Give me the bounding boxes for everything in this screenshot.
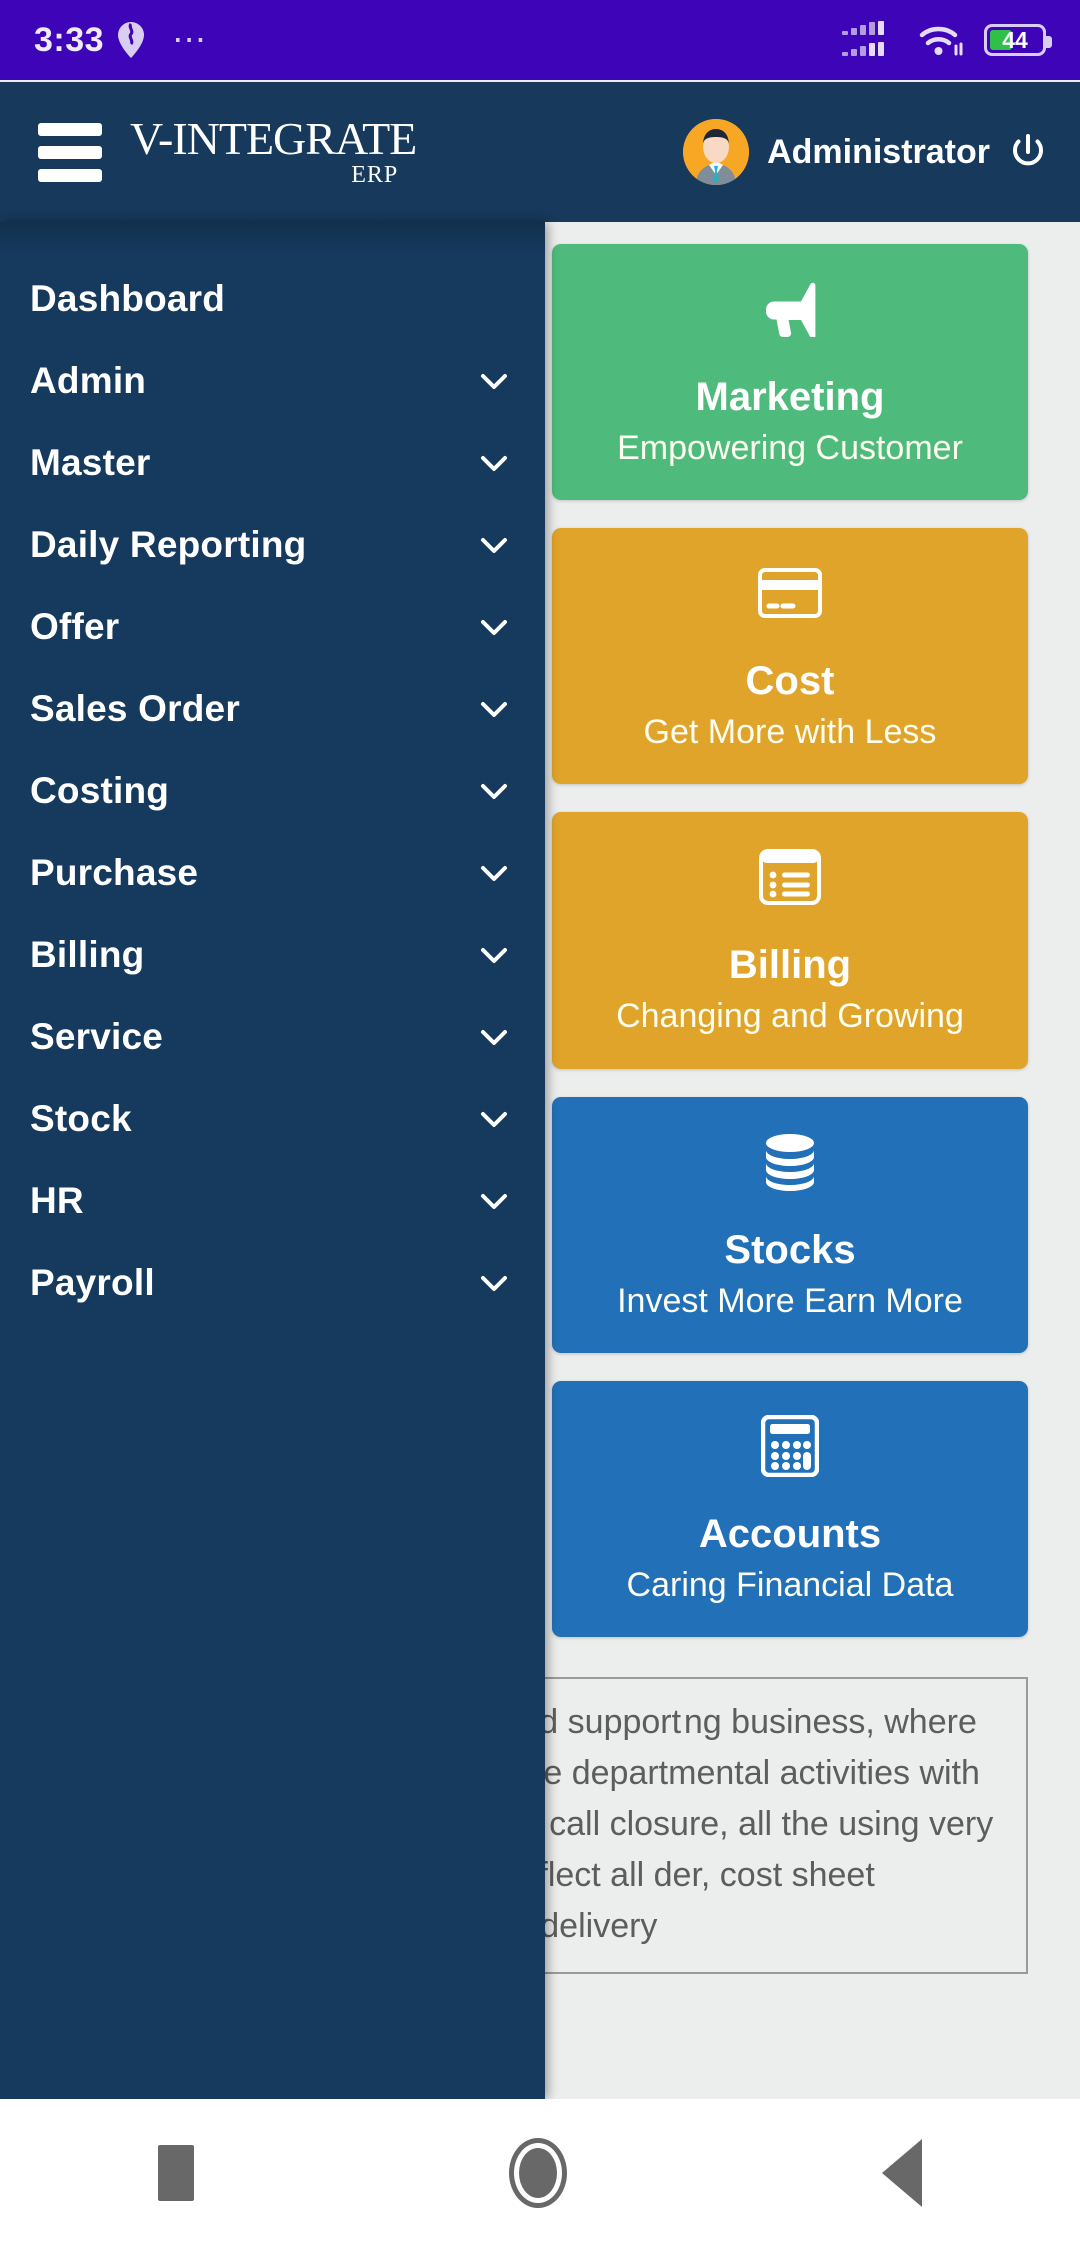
calculator-icon [572,1414,1008,1477]
android-navigation-bar [0,2099,1080,2246]
location-pin-icon [118,22,145,58]
sidebar-item-costing[interactable]: Costing [0,750,545,832]
credit-card-icon [572,562,1008,624]
module-card-accounts[interactable]: Accounts Caring Financial Data [552,1380,1028,1637]
module-card-marketing[interactable]: Marketing Empowering Customer [552,244,1028,501]
card-subtitle: Empowering Customer [617,429,963,467]
sidebar-item-service[interactable]: Service [0,996,545,1078]
sidebar-item-billing[interactable]: Billing [0,914,545,996]
battery-percent-label: 44 [1002,26,1028,53]
module-card-stocks[interactable]: Stocks Invest More Earn More [552,1096,1028,1353]
chevron-down-icon [481,702,507,717]
chevron-down-icon [481,374,507,389]
status-bar-clock: 3:33 [34,20,105,59]
sidebar-item-master[interactable]: Master [0,422,545,504]
card-subtitle: Caring Financial Data [626,1565,954,1604]
sidebar-item-payroll[interactable]: Payroll [0,1242,545,1324]
battery-icon: 44 [984,24,1052,56]
module-card-billing[interactable]: Billing Changing and Growing [552,812,1028,1069]
sidebar-item-label: Payroll [30,1262,155,1303]
sidebar-item-label: Costing [30,770,170,811]
header-user-area: Administrator [683,119,1048,185]
chevron-down-icon [481,456,507,471]
sidebar-item-label: Offer [30,606,120,647]
app-screen: 3:33 ⋯ 44 V-INTEGRATE ERP Administrator … [0,0,1080,2246]
status-overflow-dots: ⋯ [172,21,210,59]
signal-bars-icon [842,21,884,56]
chevron-down-icon [481,1276,507,1291]
card-subtitle: Changing and Growing [616,997,964,1036]
database-stack-icon [572,1131,1008,1193]
sidebar-item-label: Purchase [30,852,199,893]
power-logout-icon[interactable] [1008,132,1048,172]
sidebar-item-daily-reporting[interactable]: Daily Reporting [0,504,545,586]
sidebar-item-dashboard[interactable]: Dashboard [0,258,545,340]
chevron-down-icon [481,784,507,799]
sidebar-item-stock[interactable]: Stock [0,1078,545,1160]
app-logo: V-INTEGRATE ERP [130,113,417,188]
chevron-down-icon [481,1194,507,1209]
card-title: Cost [745,659,835,704]
chevron-down-icon [481,866,507,881]
user-avatar-icon[interactable] [683,119,750,185]
module-card-cost[interactable]: Cost Get More with Less [552,528,1028,785]
app-header: V-INTEGRATE ERP Administrator [0,82,1080,222]
sidebar-item-label: Master [30,442,151,483]
sidebar-item-label: Service [30,1016,164,1057]
circle-home-icon[interactable] [508,2137,567,2208]
megaphone-icon [572,278,1008,340]
app-logo-title: V-INTEGRATE [130,113,417,165]
sidebar-item-sales-order[interactable]: Sales Order [0,668,545,750]
chevron-down-icon [481,538,507,553]
sidebar-item-label: HR [30,1180,84,1221]
drawer-top-shadow [0,222,545,256]
invoice-list-icon [572,846,1008,908]
status-bar-left: 3:33 ⋯ [34,21,209,60]
chevron-down-icon [481,1030,507,1045]
sidebar-item-label: Admin [30,360,147,401]
sidebar-item-label: Dashboard [30,278,226,319]
card-subtitle: Invest More Earn More [617,1281,963,1320]
triangle-back-icon[interactable] [882,2138,923,2207]
hamburger-menu-icon[interactable] [38,122,102,182]
chevron-down-icon [481,620,507,635]
user-name-label: Administrator [767,132,990,171]
chevron-down-icon [481,1112,507,1127]
card-title: Marketing [695,375,885,419]
sidebar-item-label: Daily Reporting [30,524,307,565]
sidebar-item-offer[interactable]: Offer [0,586,545,668]
card-title: Billing [728,943,852,988]
sidebar-drawer: Dashboard Admin Master Daily Reporting O… [0,222,545,2099]
app-logo-subtitle: ERP [351,161,399,188]
card-subtitle: Get More with Less [643,713,937,752]
status-bar-right: 44 [842,20,1052,60]
status-bar: 3:33 ⋯ 44 [0,0,1080,80]
sidebar-item-label: Sales Order [30,688,240,729]
sidebar-item-admin[interactable]: Admin [0,340,545,422]
chevron-down-icon [481,948,507,963]
wifi-icon [919,26,963,56]
sidebar-item-purchase[interactable]: Purchase [0,832,545,914]
card-title: Accounts [698,1511,882,1556]
sidebar-item-label: Billing [30,934,145,975]
card-title: Stocks [724,1227,856,1272]
sidebar-nav-list: Dashboard Admin Master Daily Reporting O… [0,222,545,1324]
sidebar-item-hr[interactable]: HR [0,1160,545,1242]
square-recents-icon[interactable] [157,2144,194,2201]
sidebar-item-label: Stock [30,1098,132,1139]
